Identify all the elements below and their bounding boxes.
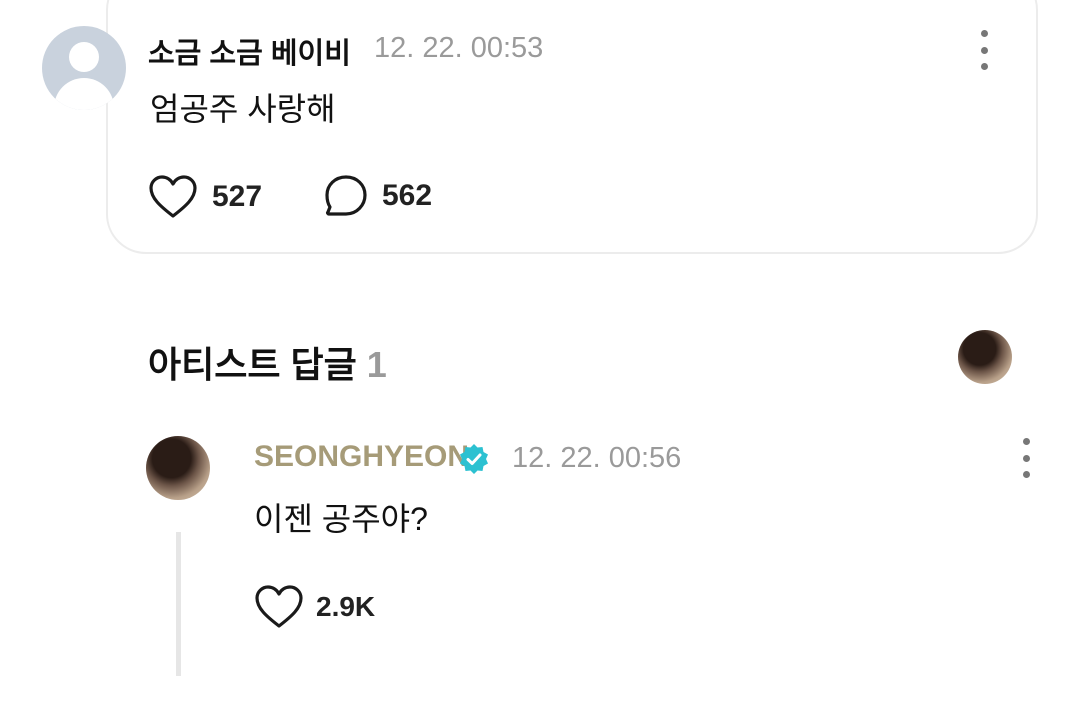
artist-replies-title: 아티스트 답글 1	[148, 336, 387, 388]
artist-replies-count: 1	[366, 344, 387, 385]
avatar-head-shape	[69, 42, 99, 72]
comment-thread-screen: 소금 소금 베이비 12. 22. 00:53 엄공주 사랑해 527 562 …	[0, 0, 1080, 701]
comment-text: 엄공주 사랑해	[150, 91, 336, 127]
comment-like-count: 527	[212, 180, 263, 213]
heart-outline-icon	[255, 585, 303, 628]
reply-more-icon[interactable]	[1019, 438, 1033, 478]
user-avatar[interactable]	[42, 26, 126, 110]
comment-reply-count: 562	[382, 179, 433, 212]
comment-like-button[interactable]: 527	[148, 174, 262, 220]
comment-timestamp: 12. 22. 00:53	[374, 32, 544, 64]
reply-like-button[interactable]: 2.9K	[254, 584, 375, 630]
comment-reply-button[interactable]: 562	[324, 174, 432, 218]
comment-more-icon[interactable]	[977, 30, 991, 70]
thread-line	[176, 532, 181, 676]
reply-like-count: 2.9K	[316, 591, 376, 622]
reply-author[interactable]: SEONGHYEON	[254, 440, 469, 474]
artist-avatar[interactable]	[146, 436, 210, 500]
artist-avatar-small[interactable]	[958, 330, 1012, 384]
verified-badge-icon	[460, 444, 488, 474]
avatar-body-shape	[54, 78, 114, 110]
artist-replies-label: 아티스트 답글	[148, 344, 357, 385]
reply-text: 이젠 공주야?	[254, 501, 428, 537]
reply-timestamp: 12. 22. 00:56	[512, 442, 682, 474]
heart-outline-icon	[149, 175, 197, 218]
speech-bubble-icon	[325, 175, 367, 216]
comment-author[interactable]: 소금 소금 베이비	[148, 30, 351, 72]
